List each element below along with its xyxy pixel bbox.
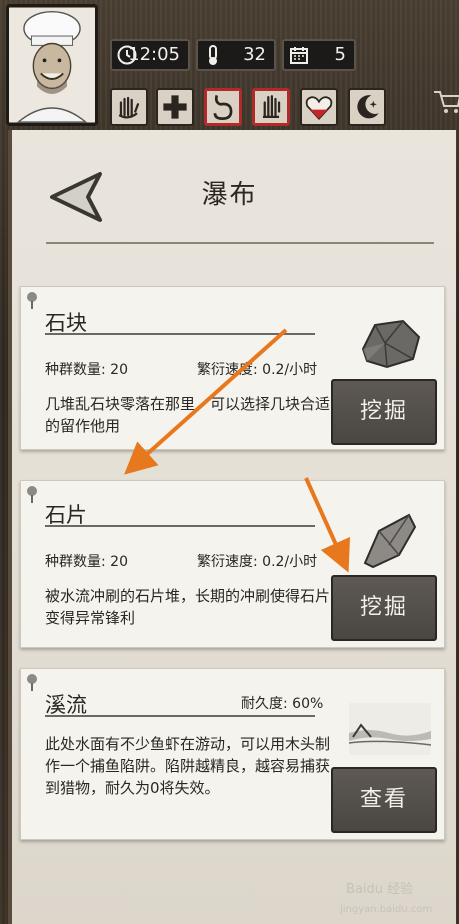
annotation-arrow	[304, 477, 351, 573]
watermark: Baidu 经验	[346, 882, 414, 897]
annotation-arrow-overlay	[124, 328, 351, 573]
annotation-arrow	[124, 328, 288, 475]
watermark-url: jingyan.baidu.com	[340, 904, 433, 915]
